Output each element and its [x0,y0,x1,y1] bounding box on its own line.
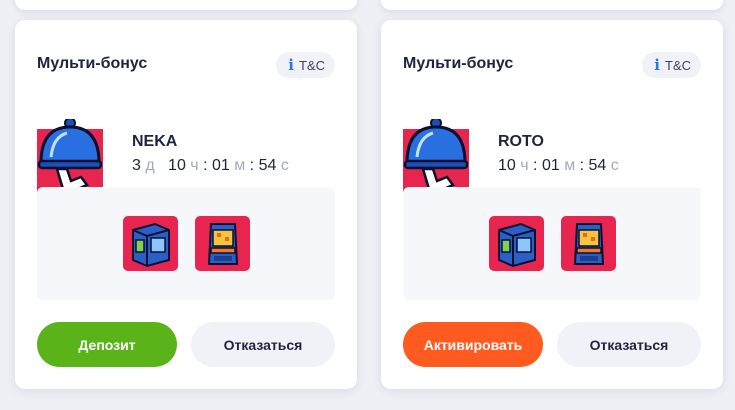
countdown-timer: 10 ч : 01 м : 54 с [498,157,619,174]
timer-seconds: 54 [258,157,277,174]
arcade-cabinet-game-icon[interactable] [560,216,616,271]
bonus-name: NEKA [132,133,178,150]
timer-hours: 10 [498,157,516,174]
bonus-card-roto: Мульти-бонус i T&C ROTO 10 ч : 01 м : 54… [381,20,723,389]
info-icon: i [654,56,660,74]
countdown-timer: 3 д 10 ч : 01 м : 54 с [132,157,289,174]
terms-button[interactable]: i T&C [642,52,701,78]
previous-card-edge-left [15,0,357,10]
activate-button[interactable]: Активировать [403,322,543,367]
cloche-bonus-icon [37,119,103,193]
timer-hours-unit: ч [190,157,199,174]
terms-button[interactable]: i T&C [276,52,335,78]
card-title: Мульти-бонус [403,55,514,72]
card-title: Мульти-бонус [37,55,148,72]
timer-seconds-unit: с [280,157,289,174]
timer-seconds: 54 [588,157,607,174]
bonus-card-neka: Мульти-бонус i T&C NEKA 3 д 10 ч : 01 м … [15,20,357,389]
timer-minutes-unit: м [564,157,576,174]
timer-minutes-unit: м [234,157,246,174]
timer-days-unit: д [145,157,155,174]
cloche-bonus-icon [403,119,469,193]
deposit-button[interactable]: Депозит [37,322,177,367]
timer-seconds-unit: с [610,157,619,174]
slot-machine-game-icon[interactable] [488,216,544,271]
info-icon: i [288,56,294,74]
timer-days: 3 [132,157,141,174]
decline-button[interactable]: Отказаться [557,322,701,367]
arcade-cabinet-game-icon[interactable] [194,216,250,271]
bonus-name: ROTO [498,133,544,150]
previous-card-edge-right [381,0,723,10]
timer-minutes: 01 [211,157,230,174]
eligible-games [37,187,335,300]
eligible-games [403,187,701,300]
decline-button[interactable]: Отказаться [191,322,335,367]
timer-minutes: 01 [541,157,560,174]
terms-label: T&C [299,57,325,73]
terms-label: T&C [665,57,691,73]
slot-machine-game-icon[interactable] [122,216,178,271]
timer-hours-unit: ч [520,157,529,174]
timer-hours: 10 [168,157,186,174]
